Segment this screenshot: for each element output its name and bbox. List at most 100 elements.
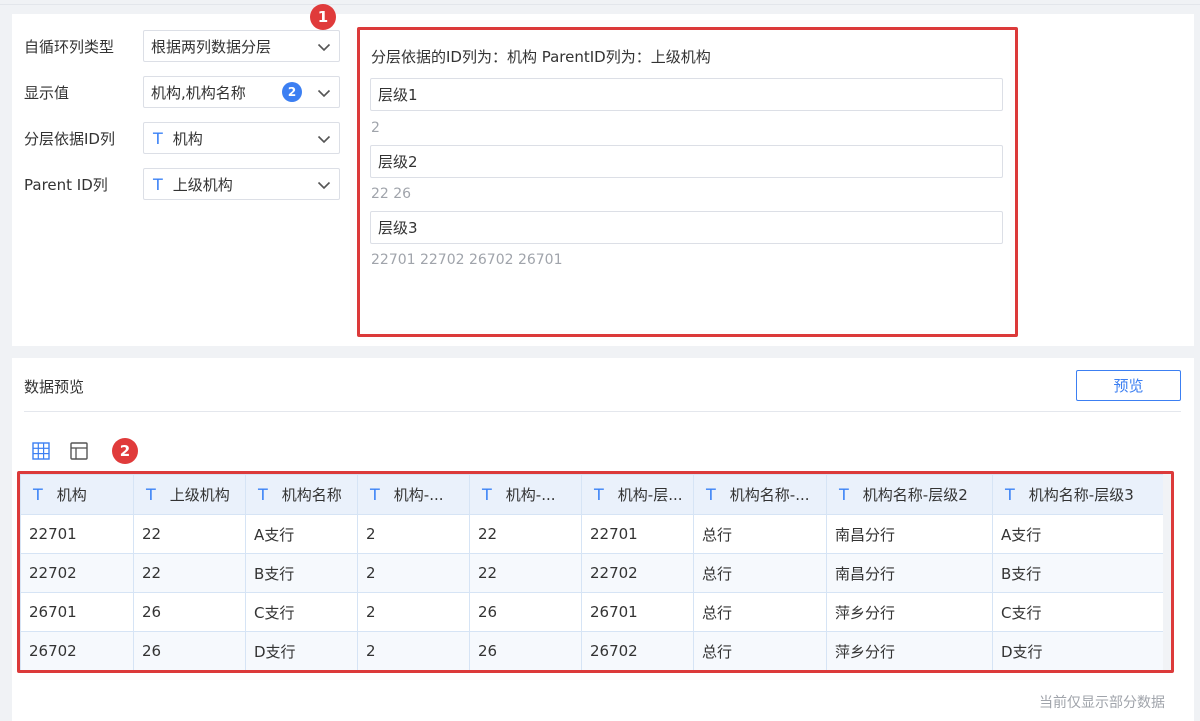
hierarchy-preview-box: 分层依据的ID列为：机构 ParentID列为：上级机构 层级1 2 层级2 2… [357, 27, 1018, 337]
parent-id-value: 上级机构 [172, 175, 233, 194]
chevron-down-icon [317, 43, 331, 52]
text-type-icon: T [839, 485, 849, 504]
table-cell: A支行 [992, 514, 1169, 554]
loop-type-row: 自循环列类型 根据两列数据分层 [12, 30, 352, 62]
annotation-marker-1: 1 [310, 4, 336, 30]
table-cell: 26702 [20, 631, 134, 670]
id-column-value: 机构 [172, 129, 203, 148]
data-preview-title: 数据预览 [24, 378, 85, 396]
table-cell: 2 [357, 514, 470, 554]
table-row: 22701 22 A支行 2 22 22701 总行 南昌分行 A支行 [20, 514, 1169, 554]
display-value-value: 机构,机构名称 [151, 83, 246, 102]
table-cell: 2 [357, 592, 470, 632]
table-cell: 南昌分行 [826, 553, 993, 593]
preview-divider [24, 411, 1181, 412]
table-cell: 南昌分行 [826, 514, 993, 554]
table-cell: 总行 [693, 592, 827, 632]
table-cell: 22 [133, 514, 246, 554]
table-cell: 26701 [20, 592, 134, 632]
table-cell: 2 [357, 631, 470, 670]
table-cell: B支行 [992, 553, 1169, 593]
level-3-header: 层级3 [370, 211, 1003, 244]
text-type-icon: T [370, 485, 380, 504]
text-type-icon: T [706, 485, 716, 504]
level-1-header: 层级1 [370, 78, 1003, 111]
table-row: 26702 26 D支行 2 26 26702 总行 萍乡分行 D支行 [20, 631, 1169, 670]
hierarchy-title: 分层依据的ID列为：机构 ParentID列为：上级机构 [371, 48, 711, 66]
data-preview-table: T 机构 T 上级机构 T 机构名称 T 机构-... T 机构-... T 机构-层...… [20, 474, 1169, 670]
table-cell: 总行 [693, 514, 827, 554]
selected-count-badge: 2 [282, 82, 302, 102]
text-type-icon: T [594, 485, 604, 504]
display-value-label: 显示值 [24, 83, 70, 102]
loop-type-value: 根据两列数据分层 [151, 37, 272, 56]
table-cell: 2 [357, 553, 470, 593]
display-value-select[interactable]: 机构,机构名称 2 [143, 76, 340, 108]
parent-id-label: Parent ID列 [24, 175, 108, 194]
table-cell: D支行 [992, 631, 1169, 670]
table-cell: 26701 [581, 592, 694, 632]
table-cell: A支行 [245, 514, 358, 554]
chevron-down-icon [317, 89, 331, 98]
table-cell: 26 [469, 592, 582, 632]
table-cell: 萍乡分行 [826, 631, 993, 670]
parent-id-row: Parent ID列 T 上级机构 [12, 168, 352, 200]
table-header-row: T 机构 T 上级机构 T 机构名称 T 机构-... T 机构-... T 机构-层...… [20, 474, 1169, 515]
table-cell: 22 [469, 553, 582, 593]
text-type-icon: T [153, 128, 163, 148]
column-header[interactable]: T 机构-... [357, 474, 470, 515]
table-cell: 萍乡分行 [826, 592, 993, 632]
column-header[interactable]: T 上级机构 [133, 474, 246, 515]
table-cell: 22702 [581, 553, 694, 593]
config-panel: 自循环列类型 根据两列数据分层 显示值 机构,机构名称 2 分层依据ID列 T … [12, 14, 1194, 346]
level-2-header: 层级2 [370, 145, 1003, 178]
data-preview-table-box: T 机构 T 上级机构 T 机构名称 T 机构-... T 机构-... T 机构-层...… [17, 471, 1174, 673]
table-cell: C支行 [992, 592, 1169, 632]
table-cell: 22 [469, 514, 582, 554]
table-cell: C支行 [245, 592, 358, 632]
annotation-marker-2: 2 [112, 438, 138, 464]
table-row: 22702 22 B支行 2 22 22702 总行 南昌分行 B支行 [20, 553, 1169, 593]
layout-view-icon[interactable] [68, 440, 90, 462]
table-cell: 22701 [20, 514, 134, 554]
chevron-down-icon [317, 135, 331, 144]
id-column-row: 分层依据ID列 T 机构 [12, 122, 352, 154]
table-cell: 26 [469, 631, 582, 670]
chevron-down-icon [317, 181, 331, 190]
column-header[interactable]: T 机构-层... [581, 474, 694, 515]
id-column-select[interactable]: T 机构 [143, 122, 340, 154]
data-preview-panel: 数据预览 预览 T 机构 T 上级机构 T 机构名称 T 机构-... T 机构… [12, 358, 1194, 721]
table-cell: 总行 [693, 631, 827, 670]
table-cell: 26 [133, 592, 246, 632]
table-cell: 22701 [581, 514, 694, 554]
display-value-row: 显示值 机构,机构名称 2 [12, 76, 352, 108]
table-cell: 22 [133, 553, 246, 593]
level-3-values: 22701 22702 26702 26701 [371, 252, 563, 268]
column-header[interactable]: T 机构 [20, 474, 134, 515]
level-1-values: 2 [371, 120, 380, 136]
text-type-icon: T [146, 485, 156, 504]
table-cell: 26702 [581, 631, 694, 670]
table-cell: 总行 [693, 553, 827, 593]
table-cell: 26 [133, 631, 246, 670]
column-header[interactable]: T 机构名称-层级2 [826, 474, 993, 515]
partial-data-footnote: 当前仅显示部分数据 [1039, 695, 1165, 711]
text-type-icon: T [1005, 485, 1015, 504]
loop-type-select[interactable]: 根据两列数据分层 [143, 30, 340, 62]
text-type-icon: T [33, 485, 43, 504]
level-2-values: 22 26 [371, 186, 412, 202]
preview-button[interactable]: 预览 [1076, 370, 1181, 401]
top-divider [0, 4, 1200, 5]
column-header[interactable]: T 机构名称 [245, 474, 358, 515]
table-cell: B支行 [245, 553, 358, 593]
id-column-label: 分层依据ID列 [24, 129, 115, 148]
grid-view-icon[interactable] [30, 440, 52, 462]
table-scrollbar[interactable] [1163, 474, 1171, 670]
column-header[interactable]: T 机构名称-... [693, 474, 827, 515]
loop-type-label: 自循环列类型 [24, 37, 115, 56]
parent-id-select[interactable]: T 上级机构 [143, 168, 340, 200]
table-row: 26701 26 C支行 2 26 26701 总行 萍乡分行 C支行 [20, 592, 1169, 632]
column-header[interactable]: T 机构-... [469, 474, 582, 515]
text-type-icon: T [153, 174, 163, 194]
column-header[interactable]: T 机构名称-层级3 [992, 474, 1169, 515]
